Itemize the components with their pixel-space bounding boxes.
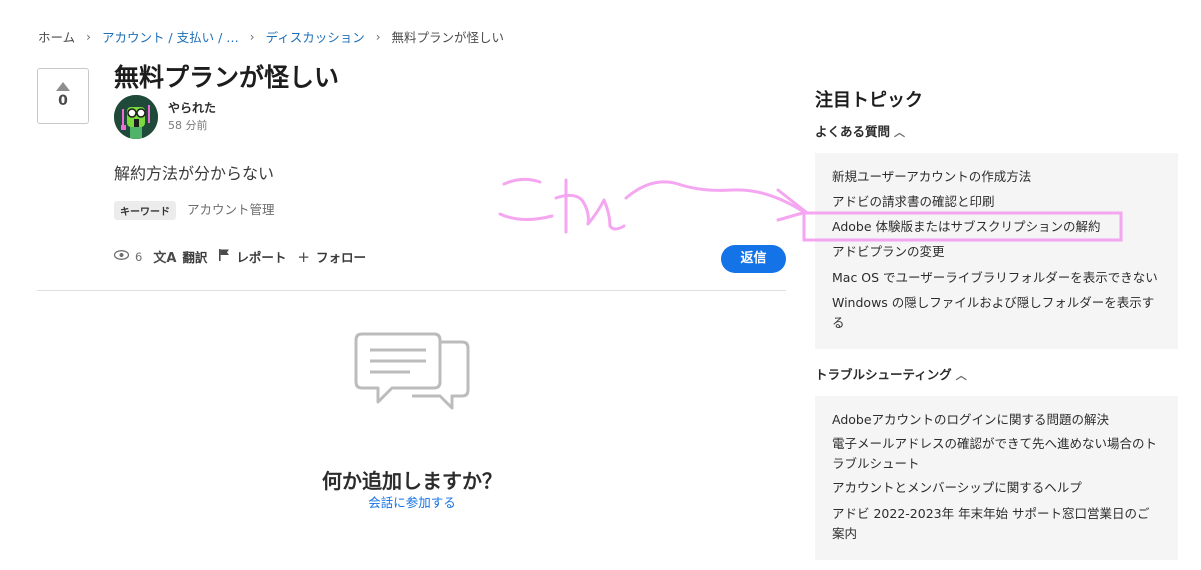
annotation-overlay: これ [0,0,1123,242]
annotation-highlight-box [802,211,1123,242]
annotation-label: これ [0,0,32,4]
